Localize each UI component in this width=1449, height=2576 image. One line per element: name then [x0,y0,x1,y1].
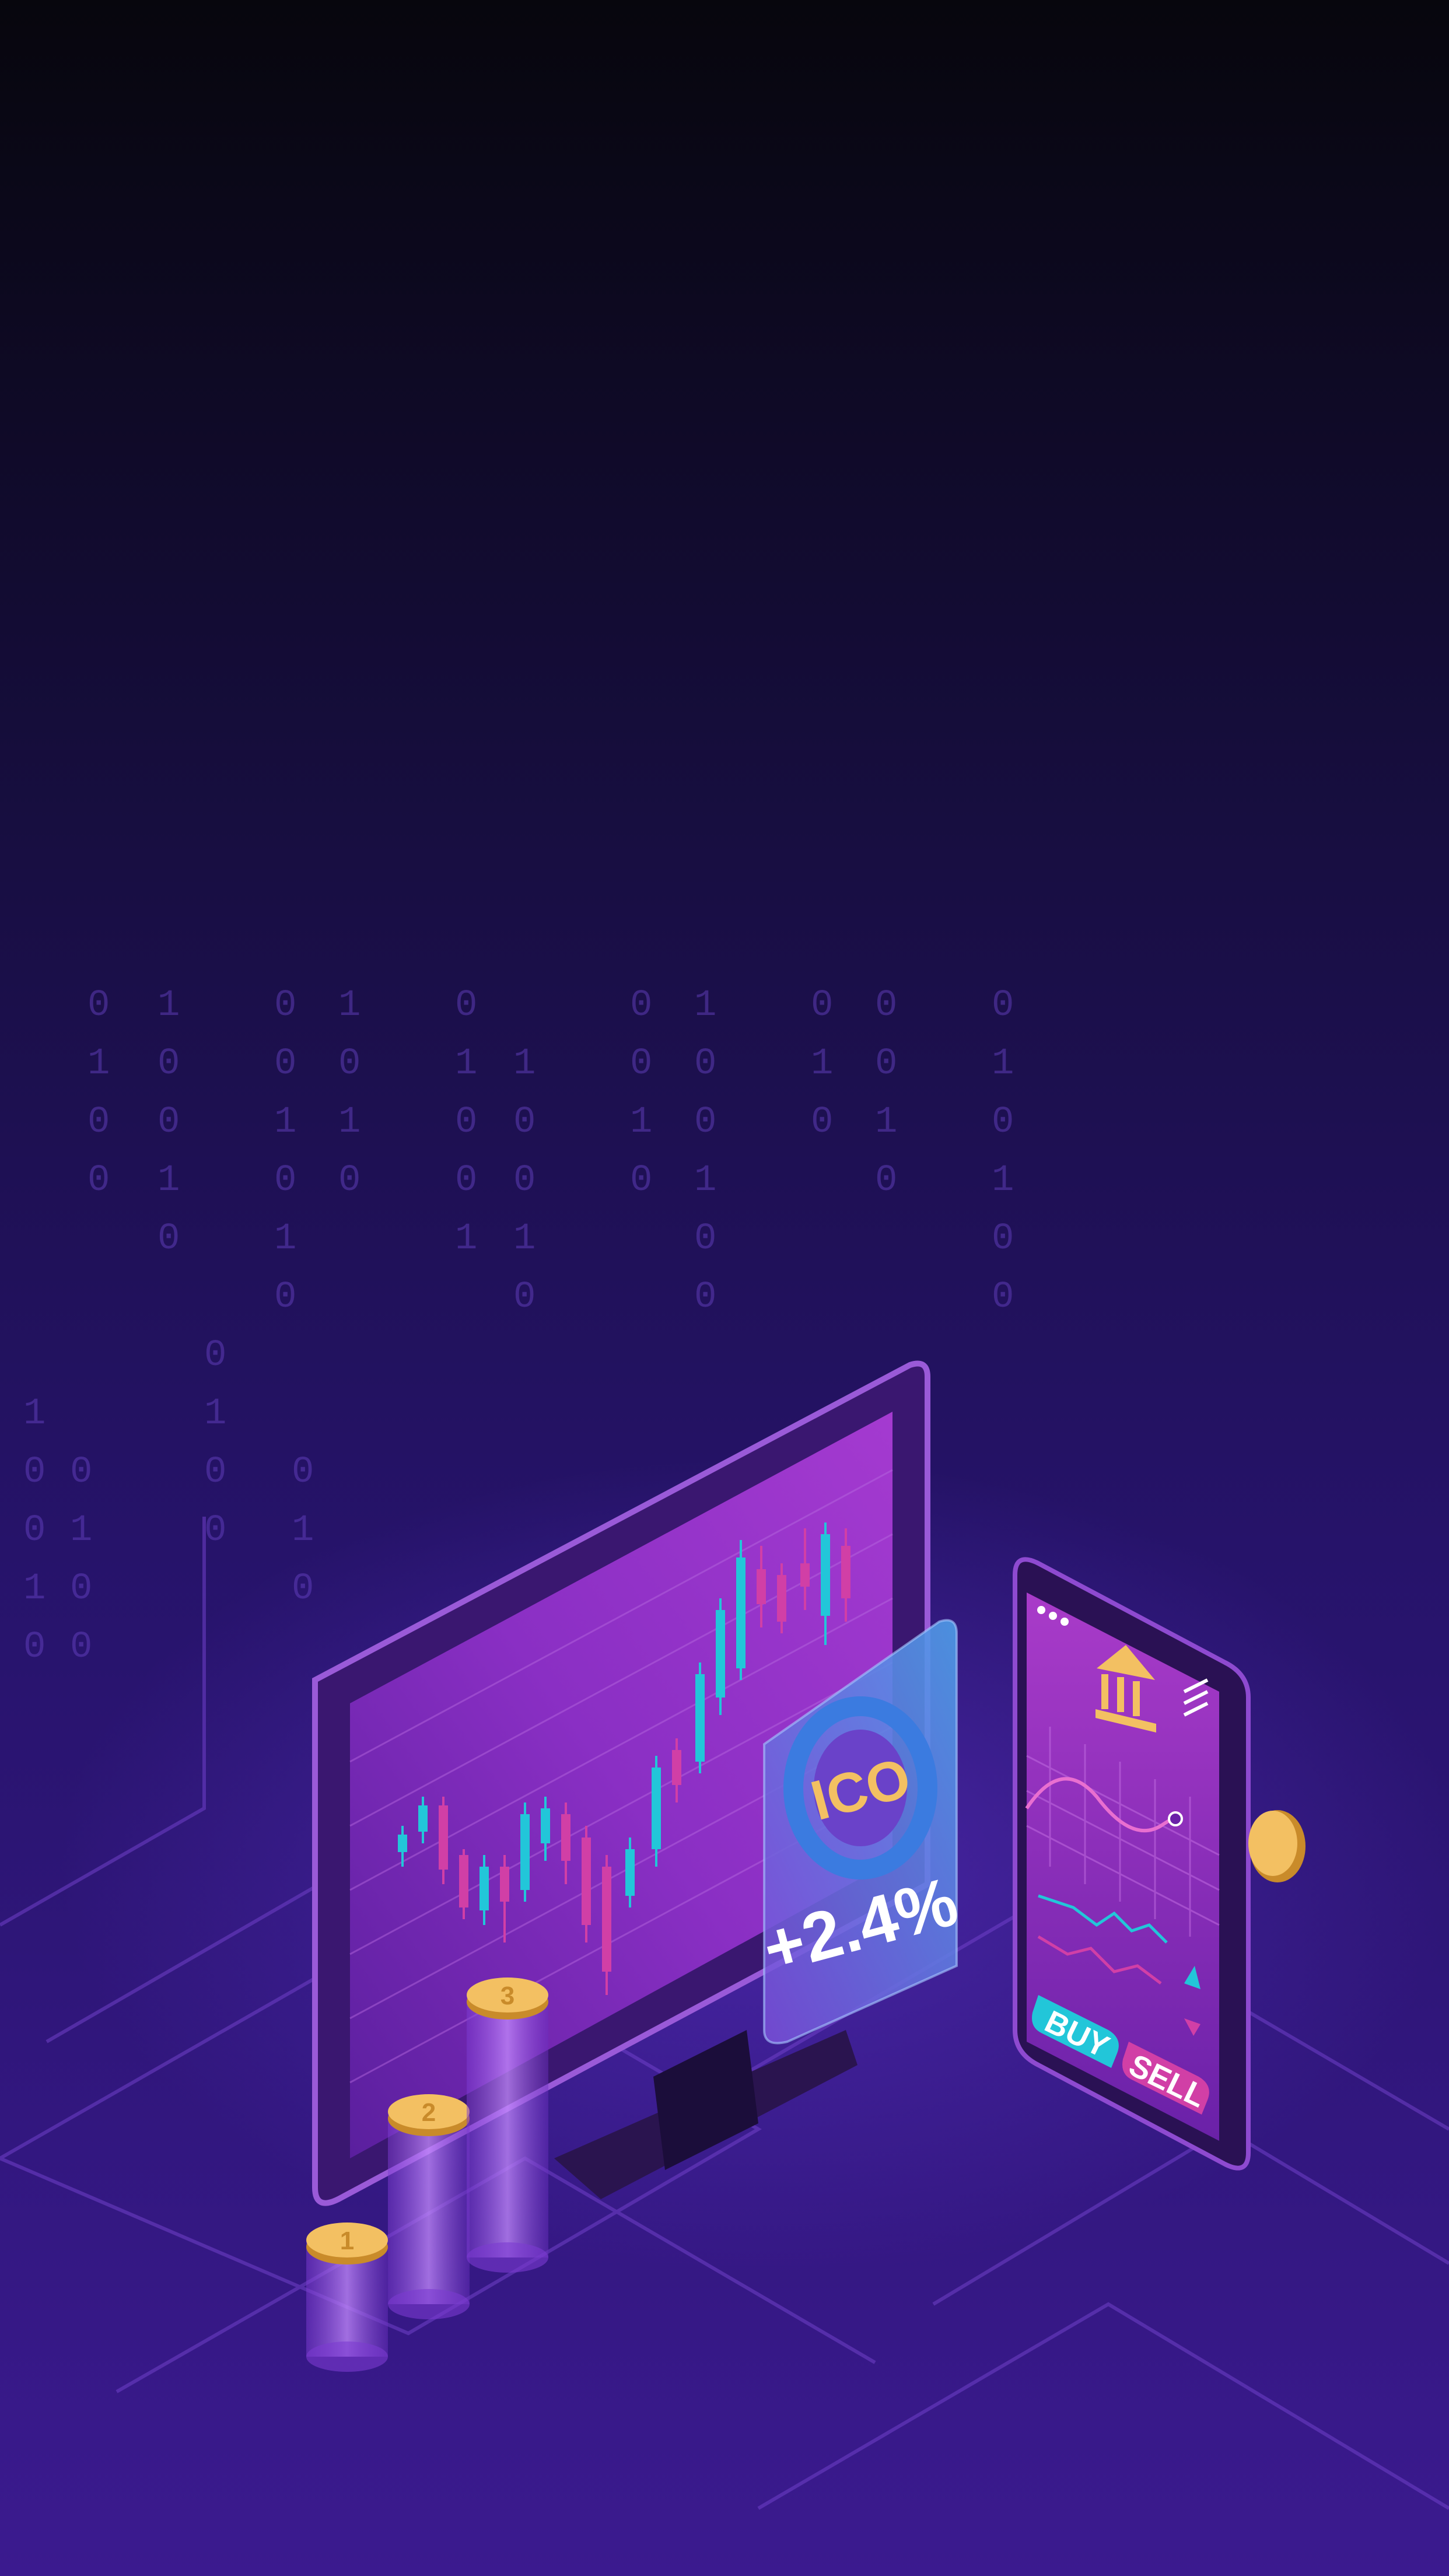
svg-text:0: 0 [992,1101,1014,1143]
svg-text:0: 0 [455,1101,477,1143]
svg-text:0: 0 [811,985,833,1027]
svg-text:0: 0 [992,1218,1014,1260]
svg-text:0: 0 [70,1626,92,1668]
svg-text:0: 0 [274,1276,296,1318]
svg-text:1: 1 [455,1043,477,1085]
svg-text:0: 0 [992,1276,1014,1318]
svg-text:0: 0 [88,1101,110,1143]
svg-text:0: 0 [70,1451,92,1493]
svg-text:1: 1 [158,985,180,1027]
svg-text:1: 1 [513,1043,536,1085]
svg-text:0: 0 [875,1043,897,1085]
svg-text:1: 1 [88,1043,110,1085]
svg-text:0: 0 [694,1218,716,1260]
coin-stack-1: 1 [306,2222,388,2372]
ico-trading-illustration: 0100 10010 001010 1010 01001 10010 0010 … [0,0,1449,2576]
svg-text:0: 0 [88,985,110,1027]
coin-stack-1-label: 1 [340,2227,354,2255]
svg-text:0: 0 [204,1510,226,1552]
svg-text:1: 1 [274,1101,296,1143]
candlestick [695,1662,705,1773]
svg-text:0: 0 [158,1101,180,1143]
svg-text:0: 0 [513,1160,536,1202]
coin-stack-3-label: 3 [501,1982,514,2010]
svg-text:0: 0 [274,985,296,1027]
svg-text:0: 0 [274,1043,296,1085]
coin-stack-3: 3 [467,1978,548,2273]
svg-text:0: 0 [158,1043,180,1085]
svg-text:0: 0 [455,1160,477,1202]
candlestick [582,1826,591,1943]
svg-text:0: 0 [70,1568,92,1610]
svg-text:0: 0 [88,1160,110,1202]
svg-text:1: 1 [292,1510,314,1552]
svg-text:1: 1 [513,1218,536,1260]
candlestick [716,1598,725,1715]
svg-text:1: 1 [204,1393,226,1435]
svg-text:0: 0 [513,1276,536,1318]
svg-text:0: 0 [274,1160,296,1202]
candlestick [520,1803,530,1902]
svg-text:0: 0 [630,1043,652,1085]
svg-text:1: 1 [992,1160,1014,1202]
svg-text:1: 1 [23,1393,46,1435]
chart-marker [1168,1811,1183,1826]
svg-text:0: 0 [455,985,477,1027]
svg-text:1: 1 [23,1568,46,1610]
svg-text:0: 0 [811,1101,833,1143]
svg-text:1: 1 [338,1101,360,1143]
svg-text:1: 1 [992,1043,1014,1085]
svg-text:0: 0 [513,1101,536,1143]
svg-text:1: 1 [274,1218,296,1260]
svg-text:0: 0 [204,1335,226,1377]
svg-text:0: 0 [875,985,897,1027]
svg-text:0: 0 [338,1160,360,1202]
svg-text:0: 0 [694,1276,716,1318]
svg-text:1: 1 [455,1218,477,1260]
svg-text:1: 1 [630,1101,652,1143]
svg-text:0: 0 [992,985,1014,1027]
svg-text:1: 1 [694,1160,716,1202]
svg-text:0: 0 [23,1510,46,1552]
svg-text:1: 1 [338,985,360,1027]
svg-text:0: 0 [204,1451,226,1493]
svg-text:1: 1 [875,1101,897,1143]
svg-text:0: 0 [630,1160,652,1202]
svg-text:0: 0 [338,1043,360,1085]
svg-text:0: 0 [23,1451,46,1493]
coin-stack-2-label: 2 [422,2098,436,2127]
svg-text:0: 0 [694,1043,716,1085]
svg-text:1: 1 [70,1510,92,1552]
svg-text:0: 0 [23,1626,46,1668]
svg-text:0: 0 [158,1218,180,1260]
svg-text:1: 1 [811,1043,833,1085]
svg-text:1: 1 [694,985,716,1027]
svg-text:0: 0 [630,985,652,1027]
svg-text:0: 0 [875,1160,897,1202]
svg-text:0: 0 [292,1451,314,1493]
svg-text:0: 0 [694,1101,716,1143]
candlestick [736,1540,746,1680]
svg-text:1: 1 [158,1160,180,1202]
coin-stack-2: 2 [388,2094,470,2319]
svg-text:0: 0 [292,1568,314,1610]
